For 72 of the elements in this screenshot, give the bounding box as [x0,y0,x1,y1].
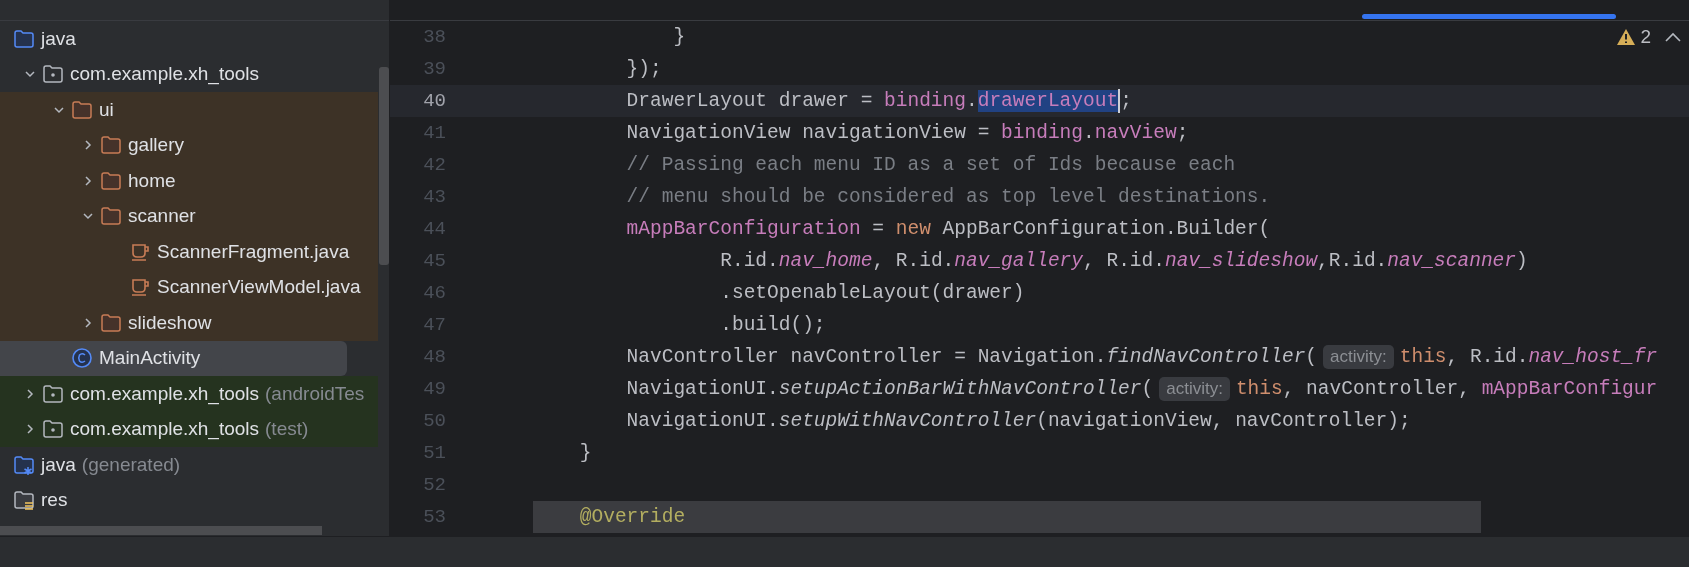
item-label: slideshow [128,311,212,334]
code-text: NavigationView navigationView = binding.navView; [625,122,1189,144]
code-text: .build(); [719,314,826,336]
scrollbar[interactable] [379,67,389,265]
code-text: } [578,442,592,464]
code-text: R.id.nav_home, R.id.nav_gallery, R.id.nav_slideshow,R.id.nav_scanner) [719,250,1528,272]
tree-row[interactable]: com.example.xh_tools [0,56,378,92]
item-label: com.example.xh_tools [70,382,260,405]
tree-row[interactable]: gallery [0,127,378,163]
parameter-hint: activity: [1323,345,1394,369]
tree-row[interactable]: slideshow [0,305,378,341]
cup-icon [129,276,151,299]
code-text: this, navController, mAppBarConfigur [1235,378,1658,400]
warning-icon [1616,28,1637,46]
folder-icon [100,205,122,228]
code-text: // menu should be considered as top level destinations. [625,186,1271,208]
item-label: ui [99,98,114,121]
tree-row[interactable]: ScannerFragment.java [0,234,378,270]
tree-row[interactable]: ui [0,92,378,128]
tree-row[interactable]: java [0,21,378,57]
package-icon [42,418,64,441]
item-label: ScannerViewModel.java [157,276,361,299]
folder-icon [13,453,35,476]
tree-row[interactable]: res [0,482,378,518]
code-text: } [672,26,686,48]
code-text: ; [1120,90,1132,112]
tree-row[interactable]: scanner [0,198,378,234]
folder-icon [71,98,93,121]
code-text: @Override [578,506,686,528]
folder-icon [13,489,35,512]
code-text: }); [625,58,662,80]
tree-row[interactable]: java (generated) [0,447,378,483]
warnings-button[interactable]: 2 [1616,26,1651,48]
item-label: MainActivity [99,347,201,370]
code-text: NavController navController = Navigation.findNavController( [625,346,1318,368]
code-text: NavigationUI.setupActionBarWithNavController( [625,378,1154,400]
code-text: DrawerLayout drawer = binding. [625,90,978,112]
package-icon [42,382,64,405]
code-text: .setOpenableLayout(drawer) [719,282,1025,304]
parameter-hint: activity: [1159,377,1230,401]
caret-up-icon[interactable] [1665,32,1681,42]
folder-icon [13,27,35,50]
code-text: // Passing each menu ID as a set of Ids because each [625,154,1236,176]
item-label: com.example.xh_tools [70,418,260,441]
item-label: scanner [128,205,196,228]
line-number: 40 [422,90,446,112]
folder-icon [100,311,122,334]
item-label: ScannerFragment.java [157,240,350,263]
item-label: gallery [128,134,184,157]
folder-icon [100,169,122,192]
tree-row[interactable]: ScannerViewModel.java [0,269,378,305]
class-icon [71,347,93,370]
code-text: mAppBarConfiguration = new AppBarConfiguration.Builder( [625,218,1271,240]
text-cursor [1118,89,1121,113]
selected-text: drawerLayout [977,90,1119,112]
code-text: this, R.id.nav_host_fr [1399,346,1658,368]
tree-row[interactable]: com.example.xh_tools (androidTes [0,376,378,412]
tree-row[interactable]: MainActivity [0,340,347,376]
item-label: home [128,169,176,192]
item-label: java [41,27,76,50]
tree-row[interactable]: home [0,163,378,199]
item-label: com.example.xh_tools [70,63,260,86]
item-label: java [41,453,76,476]
folder-icon [100,134,122,157]
tree-row[interactable]: com.example.xh_tools (test) [0,411,378,447]
item-suffix: (androidTes [265,382,365,405]
code-text: NavigationUI.setupWithNavController(navigationView, navController); [625,410,1411,432]
package-icon [42,63,64,86]
item-suffix: (test) [265,418,309,441]
item-label: res [41,489,68,512]
item-suffix: (generated) [81,453,181,476]
scrollbar[interactable] [0,526,322,535]
